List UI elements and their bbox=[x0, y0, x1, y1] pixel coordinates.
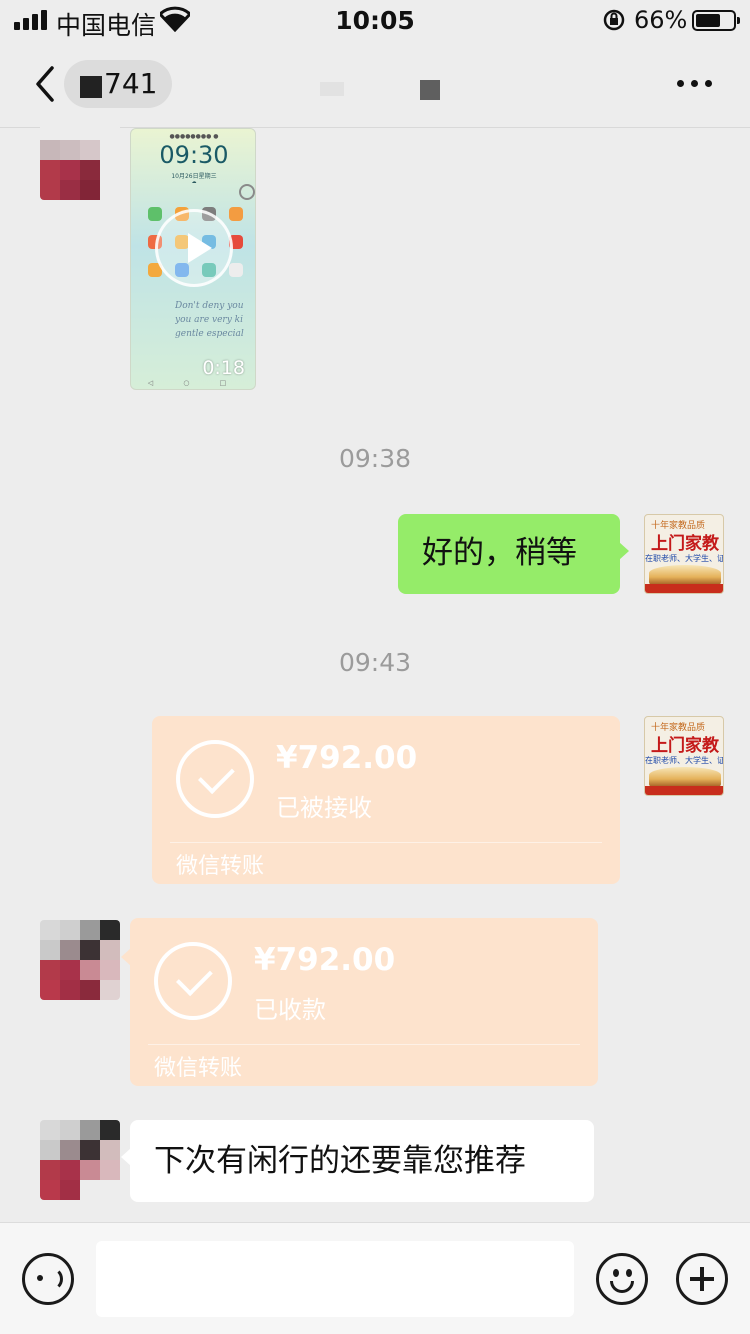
my-avatar[interactable]: 十年家教品质 上门家教 在职老师、大学生、证件齐全 bbox=[644, 514, 724, 594]
transfer-divider bbox=[148, 1044, 580, 1045]
more-dots-icon[interactable] bbox=[672, 68, 716, 98]
video-thumb-weather: ☁ bbox=[191, 179, 197, 185]
book-icon bbox=[649, 767, 721, 787]
sent-message-bubble[interactable]: 好的，稍等 bbox=[398, 514, 629, 594]
chevron-left-icon[interactable] bbox=[28, 62, 68, 106]
contact-avatar[interactable] bbox=[40, 120, 120, 200]
video-thumb-status: ●●●●●●●● ● bbox=[169, 133, 219, 140]
video-thumb-clock: 09:30 bbox=[159, 141, 229, 169]
avatar-main-text: 上门家教 bbox=[651, 736, 719, 756]
video-thumb-navkeys: ◁ ○ □ bbox=[147, 379, 241, 387]
video-message[interactable]: ●●●●●●●● ● 09:30 10月26日星期三 ☁ Don't deny … bbox=[130, 128, 256, 390]
contact-avatar[interactable] bbox=[40, 920, 120, 1000]
plus-icon[interactable] bbox=[676, 1253, 728, 1305]
video-thumb-ring bbox=[239, 184, 255, 200]
avatar-band bbox=[645, 786, 723, 795]
message-input[interactable] bbox=[96, 1241, 574, 1317]
bubble-tail bbox=[121, 1148, 131, 1166]
transfer-status: 已收款 bbox=[254, 996, 326, 1024]
avatar-main-text: 上门家教 bbox=[651, 534, 719, 554]
play-icon[interactable] bbox=[155, 209, 233, 287]
received-message-bubble[interactable]: 下次有闲行的还要靠您推荐 bbox=[121, 1120, 594, 1202]
emoji-icon[interactable] bbox=[596, 1253, 648, 1305]
transfer-label: 微信转账 bbox=[154, 1056, 243, 1081]
check-circle-icon bbox=[176, 740, 254, 818]
video-thumb-wallpaper-text: Don't deny you you are very ki gentle espe… bbox=[175, 301, 244, 339]
title-mosaic bbox=[80, 76, 102, 98]
check-circle-icon bbox=[154, 942, 232, 1020]
message-timestamp: 09:43 bbox=[338, 648, 412, 677]
transfer-card-received[interactable]: ¥792.00 已收款 微信转账 bbox=[121, 918, 598, 1086]
transfer-card-sent[interactable]: ¥792.00 已被接收 微信转账 bbox=[152, 716, 620, 884]
my-avatar[interactable]: 十年家教品质 上门家教 在职老师、大学生、证件齐全 bbox=[644, 716, 724, 796]
transfer-divider bbox=[170, 842, 602, 843]
message-timestamp: 09:38 bbox=[338, 444, 412, 473]
book-icon bbox=[649, 565, 721, 585]
avatar-band bbox=[645, 584, 723, 593]
chat-title-text: 741 bbox=[104, 67, 158, 100]
message-text: 下次有闲行的还要靠您推荐 bbox=[154, 1143, 526, 1179]
title-mosaic-block bbox=[420, 80, 440, 100]
message-text: 好的，稍等 bbox=[422, 535, 577, 571]
avatar-sub-text: 在职老师、大学生、证件齐全 bbox=[645, 554, 723, 563]
transfer-label: 微信转账 bbox=[176, 854, 265, 879]
contact-avatar[interactable] bbox=[40, 1120, 120, 1200]
video-duration: 0:18 bbox=[202, 357, 245, 379]
title-mosaic-block bbox=[320, 82, 344, 96]
chat-header: 741 bbox=[0, 40, 750, 128]
battery-fill bbox=[696, 14, 720, 27]
bubble-tail bbox=[619, 542, 629, 560]
rotation-lock-icon bbox=[603, 9, 625, 31]
status-bar: 中国电信 10:05 66% bbox=[0, 0, 750, 40]
transfer-amount: ¥792.00 bbox=[276, 740, 418, 776]
transfer-status: 已被接收 bbox=[276, 794, 372, 822]
avatar-sub-text: 在职老师、大学生、证件齐全 bbox=[645, 756, 723, 765]
chat-input-bar bbox=[0, 1222, 750, 1334]
battery-percent: 66% bbox=[634, 6, 688, 34]
voice-icon[interactable] bbox=[22, 1253, 74, 1305]
battery-icon bbox=[692, 10, 740, 31]
transfer-amount: ¥792.00 bbox=[254, 942, 396, 978]
bubble-tail bbox=[121, 948, 131, 966]
chat-title[interactable]: 741 bbox=[64, 60, 172, 108]
